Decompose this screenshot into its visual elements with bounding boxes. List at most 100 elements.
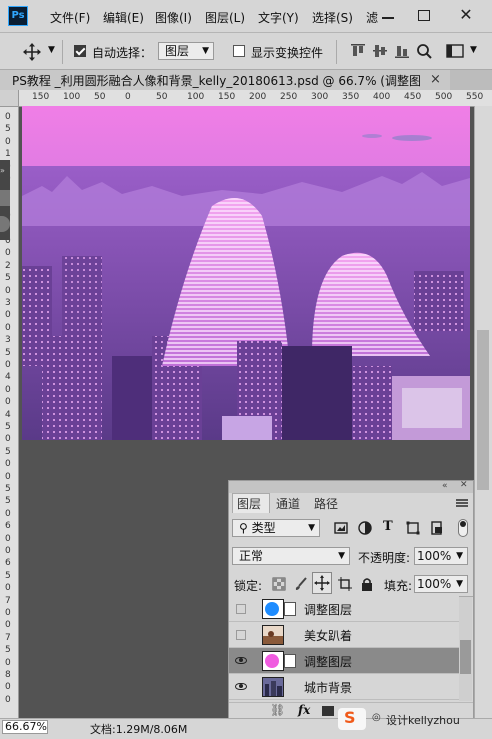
chevron-down-icon: ▼ <box>202 46 209 56</box>
ruler-tick-label: 5 <box>5 124 11 135</box>
filter-type-icon[interactable]: T <box>383 519 393 534</box>
align-top-icon[interactable] <box>350 43 366 59</box>
ruler-tick-label: 550 <box>466 92 484 102</box>
filter-kind-dropdown[interactable]: ⚲ 类型 ▼ <box>232 519 320 537</box>
move-tool-icon[interactable] <box>22 43 42 61</box>
ruler-tick-label: 7 <box>5 632 11 643</box>
layer-thumbnail <box>262 651 284 671</box>
panel-scrollbar-thumb[interactable] <box>460 640 471 674</box>
wechat-icon: ◎ <box>372 712 381 723</box>
menu-layer[interactable]: 图层(L) <box>205 9 245 26</box>
workspace-chevron-icon[interactable]: ▼ <box>470 45 477 55</box>
brush-tool-icon[interactable] <box>0 190 10 206</box>
auto-select-checkbox[interactable] <box>74 45 86 57</box>
sogou-logo-icon: S <box>338 708 366 730</box>
ruler-tick-label: 350 <box>342 92 360 102</box>
tab-channels[interactable]: 通道 <box>276 495 300 512</box>
ruler-tick-label: 0 <box>5 434 11 445</box>
ruler-tick-label: 0 <box>5 657 11 668</box>
workspace-icon[interactable] <box>446 43 464 59</box>
ruler-tick-label: 5 <box>5 273 11 284</box>
panel-collapse-icon[interactable]: « <box>442 481 448 491</box>
city-background-image <box>22 106 470 440</box>
filter-shape-icon[interactable] <box>406 521 420 535</box>
fill-field[interactable]: 100% ▼ <box>414 575 468 593</box>
menu-edit[interactable]: 编辑(E) <box>103 9 144 26</box>
filter-pixel-icon[interactable] <box>334 521 348 535</box>
ruler-tick-label: 7 <box>5 595 11 606</box>
search-icon[interactable] <box>416 43 432 59</box>
eye-icon[interactable] <box>234 680 250 694</box>
chevron-down-icon: ▼ <box>338 551 345 561</box>
watermark: S ◎ 设计kellyzhou <box>338 704 488 734</box>
maximize-button[interactable] <box>412 6 436 26</box>
chevron-down-icon: ▼ <box>456 551 463 561</box>
document-title: PS教程 _利用圆形融合人像和背景_kelly_20180613.psd @ 6… <box>12 74 422 88</box>
menu-select[interactable]: 选择(S) <box>312 9 353 26</box>
ruler-tick-label: 0 <box>5 322 11 333</box>
layer-name: 城市背景 <box>304 681 353 695</box>
lock-position-button[interactable] <box>312 572 332 594</box>
ruler-tick-label: 0 <box>5 694 11 705</box>
menu-file[interactable]: 文件(F) <box>50 9 90 26</box>
ruler-tick-label: 50 <box>94 92 106 102</box>
ruler-tick-label: 0 <box>5 397 11 408</box>
panel-menu-icon[interactable] <box>456 499 468 501</box>
zoom-field[interactable]: 66.67% <box>2 720 48 734</box>
ruler-tick-label: 0 <box>125 92 131 102</box>
divider <box>336 40 337 64</box>
opacity-value: 100% <box>417 549 452 563</box>
canvas[interactable] <box>22 106 470 440</box>
ruler-tick-label: 1 <box>5 149 11 160</box>
horizontal-ruler: 150 100 50 0 50 100 150 200 250 300 350 400 450 500 55… <box>18 90 492 107</box>
layer-thumbnail <box>262 599 284 619</box>
layer-name: 调整图层 <box>304 655 353 669</box>
visibility-toggle[interactable] <box>234 628 250 642</box>
lock-image-brush-icon[interactable] <box>294 577 308 591</box>
minimize-button[interactable] <box>376 6 400 26</box>
filter-smart-object-icon[interactable] <box>430 521 444 535</box>
scrollbar-thumb[interactable] <box>477 330 489 490</box>
align-middle-icon[interactable] <box>372 43 388 59</box>
ruler-tick-label: 5 <box>5 446 11 457</box>
blend-mode-value: 正常 <box>239 549 264 563</box>
lock-artboard-icon[interactable] <box>338 577 352 591</box>
ruler-tick-label: 5 <box>5 496 11 507</box>
fx-button[interactable]: fx <box>298 703 310 717</box>
ruler-tick-label: 4 <box>5 372 11 383</box>
search-icon: ⚲ <box>239 521 248 535</box>
menu-type[interactable]: 文字(Y) <box>258 9 299 26</box>
show-transform-checkbox[interactable] <box>233 45 245 57</box>
tool-strip-collapse-icon[interactable]: » <box>0 166 10 176</box>
fill-label: 填充: <box>384 579 413 593</box>
eye-icon[interactable] <box>234 654 250 668</box>
align-bottom-icon[interactable] <box>394 43 410 59</box>
filter-adjustment-icon[interactable] <box>358 521 372 535</box>
photoshop-logo-icon: Ps <box>8 6 28 26</box>
panel-close-icon[interactable]: ✕ <box>460 480 468 490</box>
tab-layers-label: 图层 <box>237 497 262 511</box>
filter-toggle[interactable] <box>458 519 468 537</box>
close-window-button[interactable]: ✕ <box>454 5 478 25</box>
ruler-tick-label: 8 <box>5 670 11 680</box>
chevron-down-icon: ▼ <box>308 523 315 533</box>
ruler-tick-label: 300 <box>311 92 329 102</box>
ruler-tick-label: 0 <box>5 620 11 631</box>
layer-name: 美女趴着 <box>304 629 353 643</box>
document-close-icon[interactable]: × <box>430 70 441 90</box>
lock-label: 锁定: <box>234 579 263 593</box>
ruler-tick-label: 50 <box>156 92 168 102</box>
lock-all-icon[interactable] <box>360 577 374 591</box>
ruler-tick-label: 0 <box>5 682 11 693</box>
add-mask-icon[interactable] <box>322 706 334 716</box>
visibility-toggle[interactable] <box>234 602 250 616</box>
lock-transparent-icon[interactable] <box>272 577 286 591</box>
tab-paths[interactable]: 路径 <box>314 495 338 512</box>
blend-mode-dropdown[interactable]: 正常 ▼ <box>232 547 350 565</box>
link-layers-icon[interactable]: ⛓ <box>270 703 285 717</box>
auto-select-dropdown[interactable]: 图层 ▼ <box>158 42 214 60</box>
tool-preset-chevron-icon[interactable]: ▼ <box>48 45 55 55</box>
menu-image[interactable]: 图像(I) <box>155 9 192 26</box>
opacity-field[interactable]: 100% ▼ <box>414 547 468 565</box>
layer-name: 调整图层 <box>304 603 353 617</box>
